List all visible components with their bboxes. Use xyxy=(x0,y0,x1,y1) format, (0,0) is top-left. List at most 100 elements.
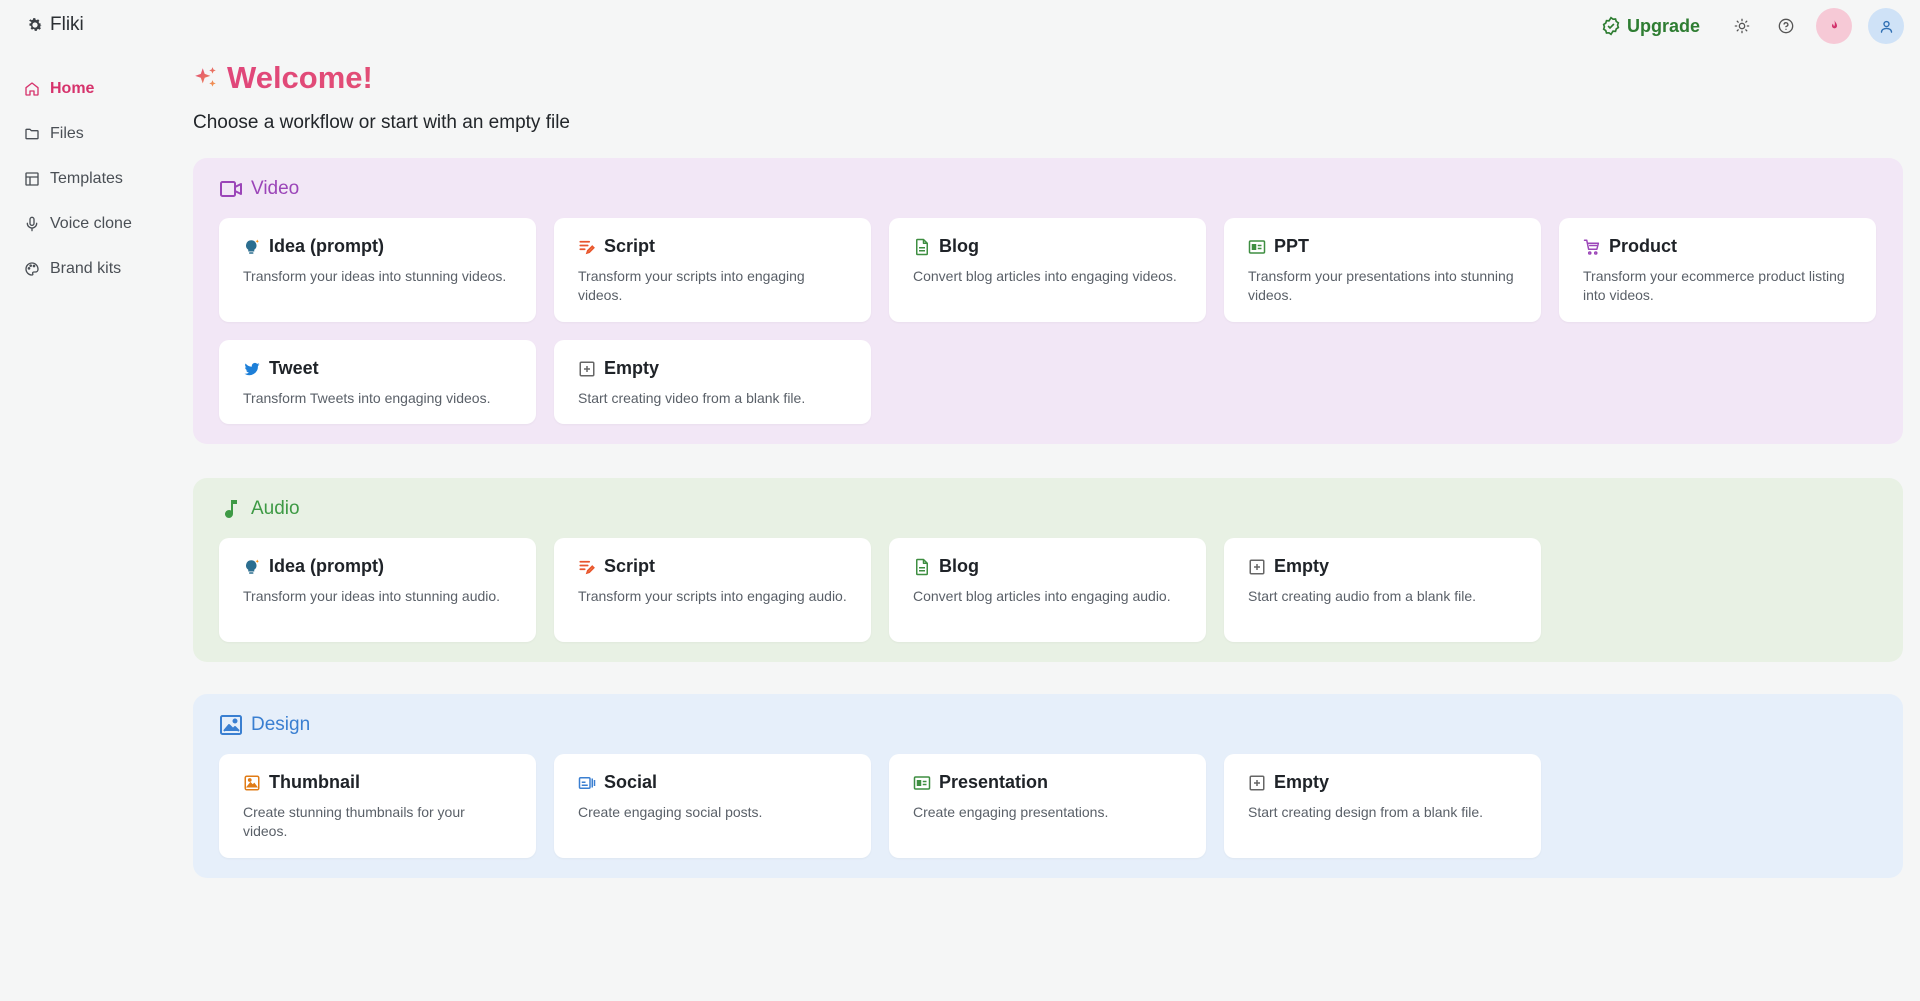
section-title-label: Design xyxy=(251,714,311,735)
sidebar-item-voice-clone[interactable]: Voice clone xyxy=(24,201,174,246)
badge-check-icon xyxy=(1602,16,1620,36)
video-camera-icon xyxy=(220,181,242,197)
video-section: Video Idea (prompt) Transform your ideas… xyxy=(193,158,1903,444)
card-description: Transform your ecommerce product listing… xyxy=(1583,268,1845,303)
card-title: Script xyxy=(604,236,656,256)
card-description: Transform your scripts into engaging vid… xyxy=(578,268,805,303)
card-description: Start creating audio from a blank file. xyxy=(1248,588,1477,604)
script-edit-icon xyxy=(579,240,595,254)
video-idea-card[interactable]: Idea (prompt) Transform your ideas into … xyxy=(219,218,536,322)
card-description: Start creating video from a blank file. xyxy=(578,390,806,406)
card-description: Convert blog articles into engaging audi… xyxy=(913,588,1171,604)
page-title: Welcome! xyxy=(193,58,1903,98)
card-description: Transform Tweets into engaging videos. xyxy=(243,390,491,406)
video-cards: Idea (prompt) Transform your ideas into … xyxy=(219,218,1877,424)
video-tweet-card[interactable]: Tweet Transform Tweets into engaging vid… xyxy=(219,340,536,424)
card-description: Transform your ideas into stunning video… xyxy=(243,268,507,284)
theme-toggle-button[interactable] xyxy=(1728,12,1756,40)
video-empty-card[interactable]: Empty Start creating video from a blank … xyxy=(554,340,871,424)
help-button[interactable] xyxy=(1772,12,1800,40)
design-thumbnail-card[interactable]: Thumbnail Create stunning thumbnails for… xyxy=(219,754,536,858)
card-title: PPT xyxy=(1274,236,1310,256)
card-title: Empty xyxy=(604,358,660,378)
document-icon xyxy=(916,558,928,575)
card-title: Script xyxy=(604,556,656,576)
card-description: Create stunning thumbnails for your vide… xyxy=(243,804,465,839)
lightbulb-icon xyxy=(246,239,259,254)
section-title: Audio xyxy=(219,496,1877,522)
audio-script-card[interactable]: Script Transform your scripts into engag… xyxy=(554,538,871,642)
upgrade-label: Upgrade xyxy=(1626,15,1700,36)
section-title: Video xyxy=(219,176,1877,202)
audio-section: Audio Idea (prompt) Transform your ideas… xyxy=(193,478,1903,662)
sidebar-item-templates[interactable]: Templates xyxy=(24,156,174,201)
lightbulb-icon xyxy=(246,559,259,574)
sidebar-item-home[interactable]: Home xyxy=(24,66,174,111)
plus-square-icon xyxy=(579,361,595,376)
sidebar-item-brand-kits[interactable]: Brand kits xyxy=(24,246,174,291)
sidebar: Home Files Templates Voice clone Brand k… xyxy=(24,66,174,291)
card-description: Create engaging presentations. xyxy=(913,804,1109,820)
card-title: Blog xyxy=(939,556,979,576)
upgrade-button[interactable]: Upgrade xyxy=(1601,16,1700,37)
video-ppt-card[interactable]: PPT Transform your presentations into st… xyxy=(1224,218,1541,322)
document-icon xyxy=(916,238,928,255)
audio-empty-card[interactable]: Empty Start creating audio from a blank … xyxy=(1224,538,1541,642)
video-script-card[interactable]: Script Transform your scripts into engag… xyxy=(554,218,871,322)
card-description: Transform your presentations into stunni… xyxy=(1248,268,1514,303)
design-cards: Thumbnail Create stunning thumbnails for… xyxy=(219,754,1877,858)
card-description: Transform your scripts into engaging aud… xyxy=(578,588,847,604)
card-title: Social xyxy=(604,772,658,792)
card-title: Empty xyxy=(1274,556,1330,576)
audio-cards: Idea (prompt) Transform your ideas into … xyxy=(219,538,1877,642)
card-title: Idea (prompt) xyxy=(269,236,384,256)
sun-icon xyxy=(1734,18,1750,34)
card-description: Create engaging social posts. xyxy=(578,804,763,820)
folder-icon xyxy=(25,128,39,139)
social-post-icon xyxy=(578,776,596,789)
sidebar-item-label: Voice clone xyxy=(50,214,132,232)
sparkles-icon xyxy=(195,67,216,87)
microphone-icon xyxy=(26,216,38,231)
design-presentation-card[interactable]: Presentation Create engaging presentatio… xyxy=(889,754,1206,858)
card-title: Presentation xyxy=(939,772,1049,792)
design-empty-card[interactable]: Empty Start creating design from a blank… xyxy=(1224,754,1541,858)
app-logo[interactable]: Fliki xyxy=(26,14,84,36)
user-avatar[interactable] xyxy=(1868,8,1904,44)
video-product-card[interactable]: Product Transform your ecommerce product… xyxy=(1559,218,1876,322)
design-social-card[interactable]: Social Create engaging social posts. xyxy=(554,754,871,858)
thumbnail-icon xyxy=(244,775,260,790)
streak-button[interactable] xyxy=(1816,8,1852,44)
help-circle-icon xyxy=(1778,18,1794,34)
topbar-actions: Upgrade xyxy=(1601,8,1904,44)
palette-icon xyxy=(25,261,39,276)
card-title: Idea (prompt) xyxy=(269,556,384,576)
gear-icon xyxy=(29,18,43,31)
section-title: Design xyxy=(219,712,1877,738)
sidebar-item-label: Files xyxy=(50,124,84,142)
card-title: Thumbnail xyxy=(269,772,360,792)
section-title-label: Audio xyxy=(251,498,300,519)
app-name: Fliki xyxy=(50,14,84,35)
sidebar-item-files[interactable]: Files xyxy=(24,111,174,156)
page-subtitle: Choose a workflow or start with an empty… xyxy=(193,112,570,133)
design-section: Design Thumbnail Create stunning thumbna… xyxy=(193,694,1903,878)
card-title: Tweet xyxy=(269,358,319,378)
sidebar-item-label: Templates xyxy=(50,169,123,187)
audio-blog-card[interactable]: Blog Convert blog articles into engaging… xyxy=(889,538,1206,642)
main-content: Welcome! Choose a workflow or start with… xyxy=(193,58,1903,878)
card-title: Blog xyxy=(939,236,979,256)
home-icon xyxy=(25,81,39,96)
user-icon xyxy=(1880,20,1892,33)
card-title: Product xyxy=(1609,236,1678,256)
section-title-label: Video xyxy=(251,178,300,199)
sidebar-item-label: Home xyxy=(50,79,95,97)
image-icon xyxy=(220,715,242,735)
audio-idea-card[interactable]: Idea (prompt) Transform your ideas into … xyxy=(219,538,536,642)
card-description: Convert blog articles into engaging vide… xyxy=(913,268,1177,284)
card-title: Empty xyxy=(1274,772,1330,792)
presentation-icon xyxy=(913,775,931,790)
video-blog-card[interactable]: Blog Convert blog articles into engaging… xyxy=(889,218,1206,322)
plus-square-icon xyxy=(1249,775,1265,790)
card-description: Transform your ideas into stunning audio… xyxy=(243,588,501,604)
